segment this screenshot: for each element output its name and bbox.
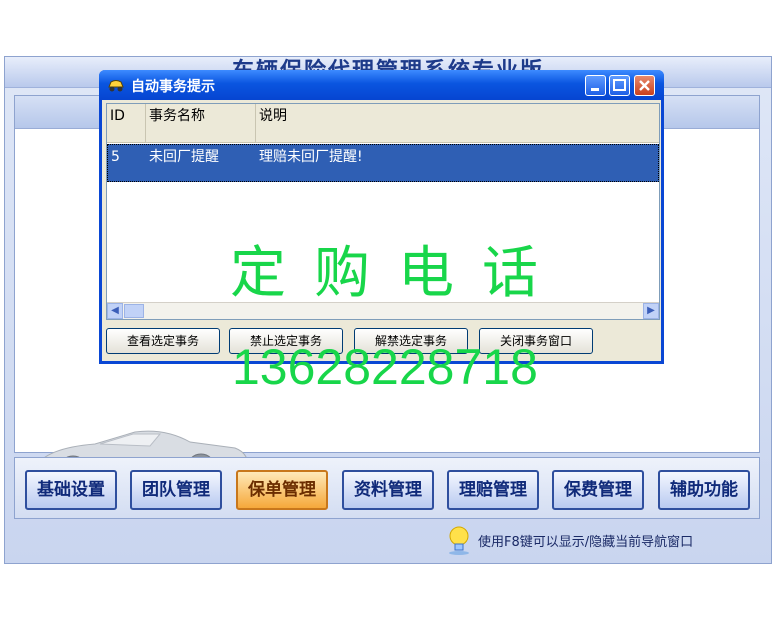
scroll-left-button[interactable]: ◀ [107,303,123,319]
nav-data-management-button[interactable]: 资料管理 [342,470,434,510]
cell-id: 5 [111,149,120,165]
nav-premium-management-button[interactable]: 保费管理 [552,470,644,510]
nav-auxiliary-functions-button[interactable]: 辅助功能 [658,470,750,510]
column-header-task-name[interactable]: 事务名称 [146,104,256,142]
hint-text: 使用F8键可以显示/隐藏当前导航窗口 [478,534,694,550]
navigation-hint: 使用F8键可以显示/隐藏当前导航窗口 [446,524,693,556]
table-row[interactable]: 5 未回厂提醒 理赔未回厂提醒! [107,144,659,182]
navigation-bar: 基础设置 团队管理 保单管理 资料管理 理赔管理 保费管理 辅助功能 [14,457,760,519]
dialog-title: 自动事务提示 [131,79,215,95]
dialog-titlebar[interactable]: 自动事务提示 [99,70,664,100]
scroll-thumb[interactable] [124,304,144,318]
auto-task-dialog: 自动事务提示 ID 事务名称 说明 5 未回厂提醒 理赔未回厂提醒! ◀ ▶ 查… [99,70,664,364]
maximize-button[interactable] [609,75,630,96]
lightbulb-icon [449,526,469,555]
nav-basic-settings-button[interactable]: 基础设置 [25,470,117,510]
watermark-phone-number: 13628228718 [232,339,538,395]
car-icon [108,80,124,92]
minimize-button[interactable] [585,75,606,96]
column-header-id[interactable]: ID [107,104,146,142]
cell-description: 理赔未回厂提醒! [259,149,363,165]
scroll-right-button[interactable]: ▶ [643,303,659,319]
nav-claims-management-button[interactable]: 理赔管理 [447,470,539,510]
cell-task-name: 未回厂提醒 [149,149,219,165]
close-icon [639,80,650,91]
list-header: ID 事务名称 说明 [107,104,659,143]
watermark-order-text: 定购电话 [230,241,566,306]
column-header-description[interactable]: 说明 [256,104,661,142]
minimize-icon [591,88,599,91]
nav-policy-management-button[interactable]: 保单管理 [236,470,328,510]
nav-team-management-button[interactable]: 团队管理 [130,470,222,510]
maximize-icon [613,79,626,91]
view-selected-task-button[interactable]: 查看选定事务 [106,328,220,354]
close-button[interactable] [634,75,655,96]
